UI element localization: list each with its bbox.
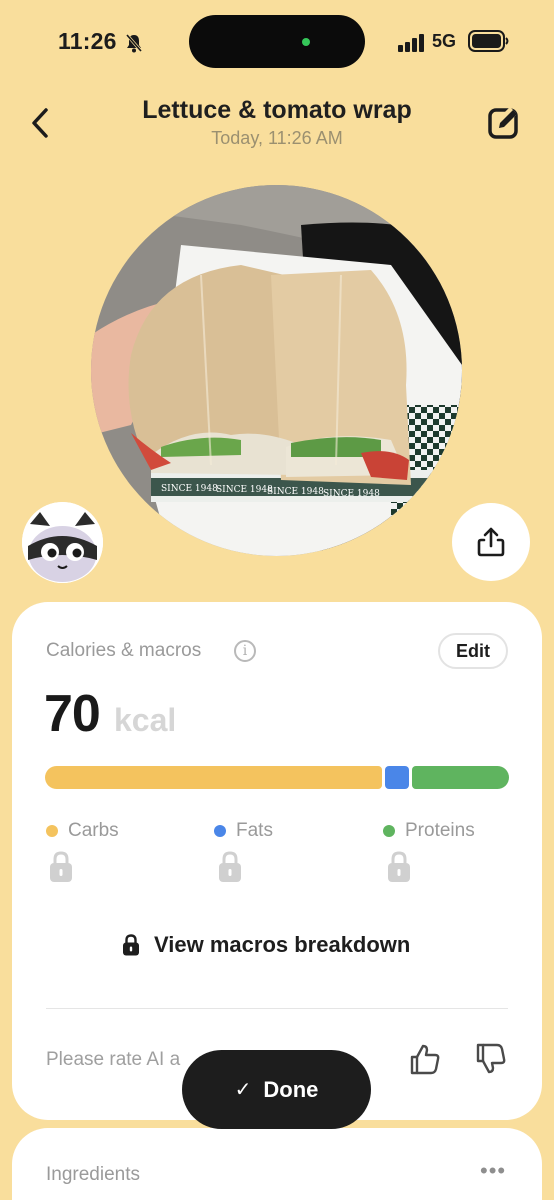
page-subtitle: Today, 11:26 AM xyxy=(211,128,343,148)
network-type: 5G xyxy=(432,31,457,51)
page-title: Lettuce & tomato wrap xyxy=(142,96,412,124)
rate-ai-prompt: Please rate AI a xyxy=(46,1049,181,1070)
ingredients-label: Ingredients xyxy=(46,1164,141,1185)
done-button[interactable]: ✓ Done xyxy=(182,1050,371,1129)
thumbs-up-icon[interactable] xyxy=(408,1042,442,1076)
mascot-avatar[interactable] xyxy=(22,502,103,583)
legend-fats: Fats xyxy=(214,820,273,842)
edit-macros-button[interactable]: Edit xyxy=(438,633,508,669)
proteins-dot xyxy=(383,825,395,837)
proteins-lock-icon xyxy=(388,851,410,882)
macro-bar-fats xyxy=(385,766,409,789)
thumbs-down-icon[interactable] xyxy=(474,1042,508,1076)
calorie-unit: kcal xyxy=(114,702,177,738)
battery-icon xyxy=(468,30,509,52)
dynamic-island xyxy=(189,15,365,68)
lock-icon xyxy=(123,934,139,956)
done-label: Done xyxy=(263,1076,319,1102)
legend-carbs: Carbs xyxy=(46,820,119,842)
view-macros-label: View macros breakdown xyxy=(154,932,411,957)
calorie-value: 70 xyxy=(44,685,101,743)
calories-macros-label: Calories & macros xyxy=(46,640,202,661)
carbs-dot xyxy=(46,825,58,837)
edit-entry-button[interactable] xyxy=(486,104,524,142)
divider xyxy=(46,1008,508,1009)
fats-dot xyxy=(214,825,226,837)
signal-icon xyxy=(398,34,424,52)
legend-carbs-label: Carbs xyxy=(68,820,119,841)
bell-muted-icon xyxy=(125,34,143,53)
back-button[interactable] xyxy=(26,106,56,140)
wrapper-print: SINCE 1948 xyxy=(323,489,380,499)
nutrition-card: Calories & macros i Edit 70 kcal Carbs F… xyxy=(12,602,542,1120)
wrapper-print: SINCE 1948 xyxy=(161,484,218,494)
fats-lock-icon xyxy=(219,851,241,882)
share-button[interactable] xyxy=(452,503,530,581)
wrapper-print: SINCE 1948 xyxy=(216,485,273,495)
legend-proteins-label: Proteins xyxy=(405,820,475,841)
wrapper-print: SINCE 1948 xyxy=(267,487,324,497)
legend-proteins: Proteins xyxy=(383,820,475,842)
status-time: 11:26 xyxy=(58,28,117,54)
macro-bar-carbs xyxy=(45,766,382,789)
camera-indicator xyxy=(302,38,310,46)
carbs-lock-icon xyxy=(50,851,72,882)
ingredients-card: Ingredients ••• xyxy=(12,1128,542,1200)
food-photo: SINCE 1948 SINCE 1948 SINCE 1948 SINCE 1… xyxy=(91,185,462,556)
more-options-icon[interactable]: ••• xyxy=(480,1158,510,1188)
legend-fats-label: Fats xyxy=(236,820,273,841)
macro-bar-proteins xyxy=(412,766,509,789)
macro-bar xyxy=(45,766,509,789)
info-icon[interactable]: i xyxy=(234,640,256,662)
view-macros-breakdown-button[interactable]: View macros breakdown xyxy=(122,932,410,958)
share-icon xyxy=(477,527,505,557)
checkmark-icon: ✓ xyxy=(234,1079,252,1101)
